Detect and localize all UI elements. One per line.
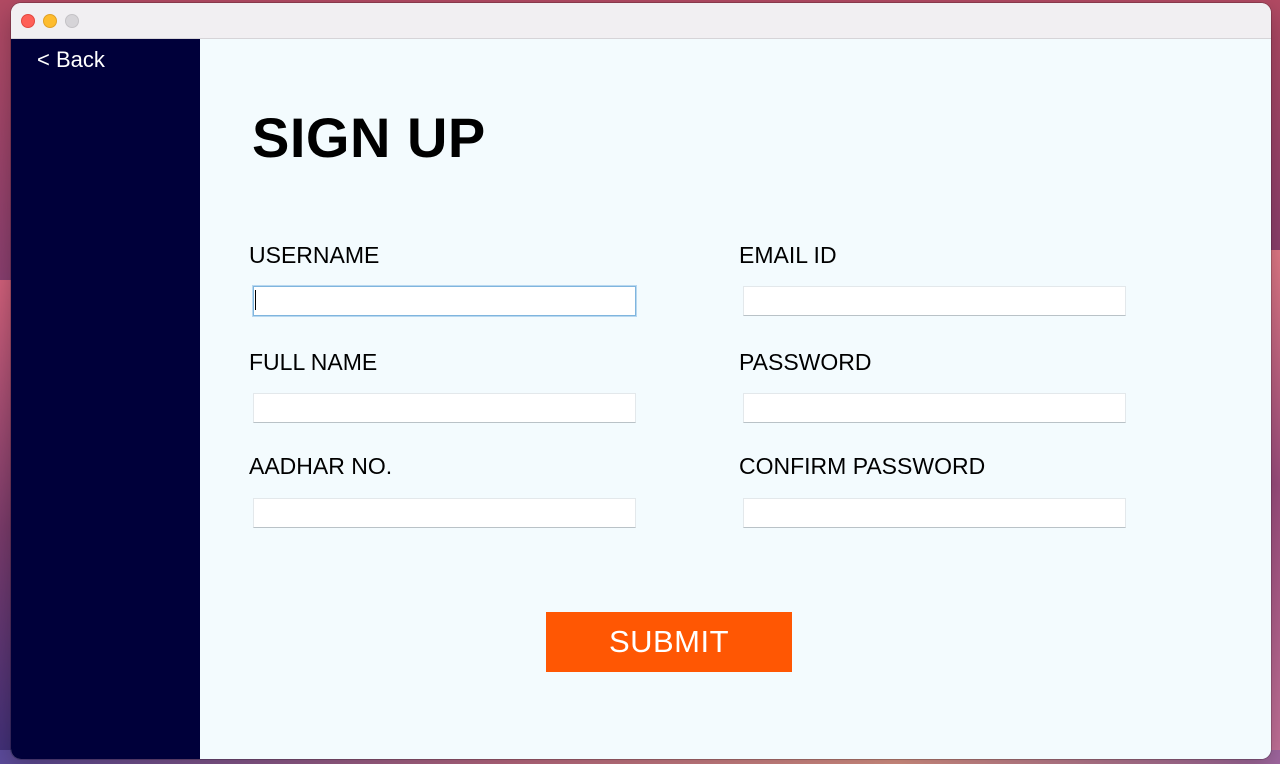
text-caret [255,290,256,310]
password-input[interactable] [743,393,1126,423]
aadhar-label: AADHAR NO. [249,453,393,479]
full-name-input[interactable] [253,393,636,423]
username-input[interactable] [253,286,636,316]
page-title: SIGN UP [252,106,486,169]
password-label: PASSWORD [739,349,872,375]
sidebar: < Back [11,39,200,759]
close-window-button[interactable] [21,14,35,28]
title-bar [11,3,1271,39]
submit-button[interactable]: SUBMIT [546,612,792,672]
email-input[interactable] [743,286,1126,316]
confirm-password-label: CONFIRM PASSWORD [739,453,986,479]
email-label: EMAIL ID [739,242,837,268]
confirm-password-input[interactable] [743,498,1126,528]
minimize-window-button[interactable] [43,14,57,28]
back-button[interactable]: < Back [37,47,105,73]
username-label: USERNAME [249,242,380,268]
aadhar-input[interactable] [253,498,636,528]
full-name-label: FULL NAME [249,349,378,375]
maximize-window-button[interactable] [65,14,79,28]
window-content: < Back SIGN UP USERNAME EMAIL ID FULL NA… [11,39,1271,759]
app-window: < Back SIGN UP USERNAME EMAIL ID FULL NA… [11,3,1271,759]
username-field-wrapper [253,286,636,316]
signup-form: SIGN UP USERNAME EMAIL ID FULL NAME PASS… [200,39,1271,759]
